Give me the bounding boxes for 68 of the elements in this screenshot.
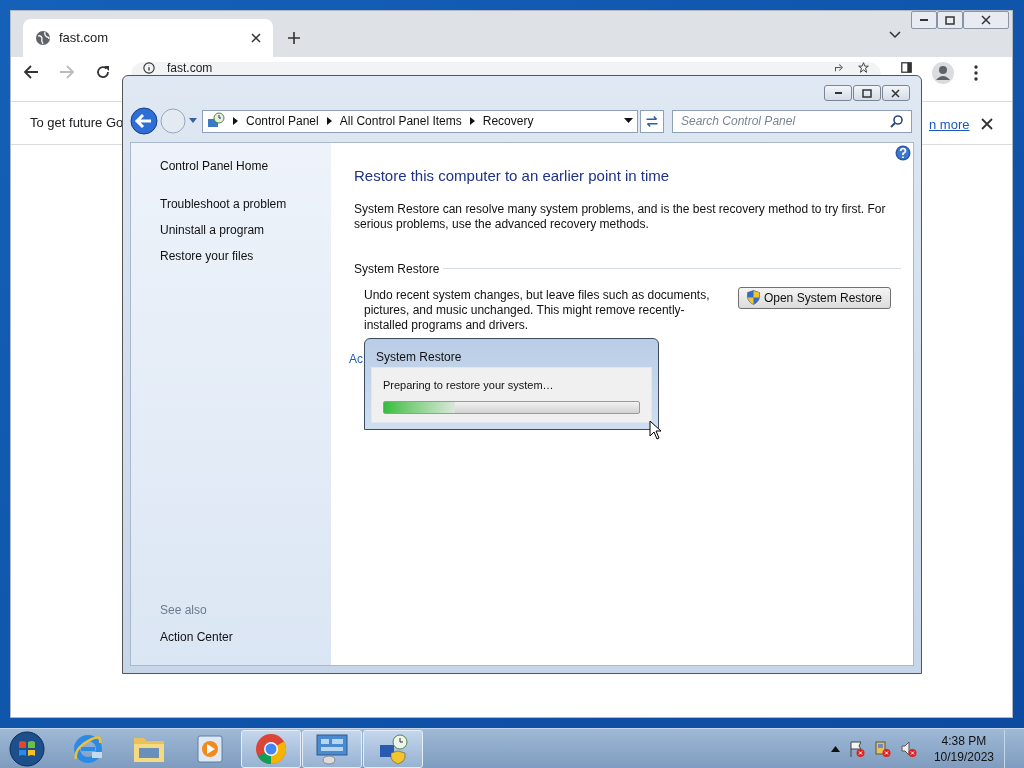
recovery-link[interactable]: Ac <box>349 349 363 368</box>
start-button[interactable] <box>8 729 46 768</box>
browser-tab[interactable]: fast.com <box>23 19 273 57</box>
tab-title: fast.com <box>59 29 110 48</box>
search-icon[interactable] <box>890 114 903 128</box>
learn-more-link[interactable]: n more <box>929 115 970 135</box>
dialog-title: System Restore <box>375 349 463 366</box>
search-field[interactable]: Search Control Panel <box>672 109 912 133</box>
info-icon <box>143 62 155 74</box>
address-bar[interactable]: fast.com <box>131 62 881 75</box>
menu-icon[interactable] <box>974 65 978 81</box>
breadcrumb-item[interactable]: Recovery <box>482 112 534 130</box>
refresh-icon[interactable] <box>640 109 664 133</box>
star-icon[interactable] <box>858 62 869 73</box>
breadcrumb-item[interactable]: Control Panel <box>246 112 319 130</box>
control-panel-icon <box>207 112 225 130</box>
minimize-icon <box>920 19 928 21</box>
clock-time[interactable]: 4:38 PM <box>941 732 987 749</box>
taskbar-button[interactable] <box>302 729 362 768</box>
taskbar-button[interactable] <box>241 729 301 768</box>
close-icon[interactable] <box>251 33 261 43</box>
restore-button[interactable] <box>853 85 881 101</box>
side-panel-icon[interactable] <box>901 62 912 73</box>
chrome-icon <box>255 732 287 765</box>
dropdown-arrow-icon[interactable] <box>624 118 633 124</box>
globe-icon <box>35 30 51 46</box>
back-button[interactable] <box>130 107 158 135</box>
close-icon[interactable] <box>981 118 993 130</box>
cursor-icon <box>649 420 662 440</box>
address-bar[interactable]: Control Panel All Control Panel Items Recovery <box>202 109 638 133</box>
minimize-icon <box>834 92 842 94</box>
breadcrumb-arrow-icon[interactable] <box>326 117 332 125</box>
section-title: System Restore <box>354 260 440 278</box>
sidebar-link[interactable]: Troubleshoot a problem <box>160 195 331 213</box>
browser-e-icon <box>72 732 104 765</box>
sidebar-link[interactable]: Control Panel Home <box>160 157 331 175</box>
breadcrumb-arrow-icon[interactable] <box>233 117 238 125</box>
page-heading: Restore this computer to an earlier point in time <box>354 166 671 186</box>
help-icon[interactable] <box>895 145 911 161</box>
back-arrow-icon[interactable] <box>23 64 39 80</box>
open-system-restore-button[interactable]: Open System Restore <box>737 286 891 309</box>
see-also-heading: See also <box>160 602 208 619</box>
profile-icon[interactable] <box>932 62 954 84</box>
breadcrumb-item[interactable]: All Control Panel Items <box>339 112 462 130</box>
sidebar-link[interactable]: Action Center <box>160 628 331 646</box>
dialog-message: Preparing to restore your system… <box>383 378 555 393</box>
shield-icon <box>746 290 760 305</box>
speaker-muted-icon[interactable] <box>899 739 918 758</box>
minimize-button[interactable] <box>824 85 852 101</box>
sidebar-link[interactable]: Restore your files <box>160 247 331 265</box>
chevron-down-icon[interactable] <box>889 31 901 39</box>
play-icon <box>197 734 223 763</box>
new-tab-icon[interactable] <box>287 31 301 45</box>
section-text: Undo recent system changes, but leave files such as documents, pictures, and music unchanged. This might remove recently-installed programs and drivers. <box>364 287 711 333</box>
clock-date[interactable]: 10/19/2023 <box>933 748 994 765</box>
share-icon[interactable] <box>834 62 846 73</box>
breadcrumb-arrow-icon[interactable] <box>469 117 475 125</box>
close-button[interactable] <box>882 85 910 101</box>
caret-up-icon[interactable] <box>830 745 840 752</box>
flag-error-icon[interactable] <box>847 739 866 758</box>
taskbar-button[interactable] <box>363 729 423 768</box>
sidebar-link[interactable]: Uninstall a program <box>160 221 331 239</box>
intro-text: System Restore can resolve many system problems, and is the best recovery method to try first. For serious problems, use the advanced recovery methods. <box>354 201 887 232</box>
monitor-icon <box>315 732 349 765</box>
minimize-button[interactable] <box>911 11 937 29</box>
restore-button[interactable] <box>937 11 963 29</box>
reload-icon[interactable] <box>95 64 111 80</box>
network-error-icon[interactable] <box>873 739 892 758</box>
